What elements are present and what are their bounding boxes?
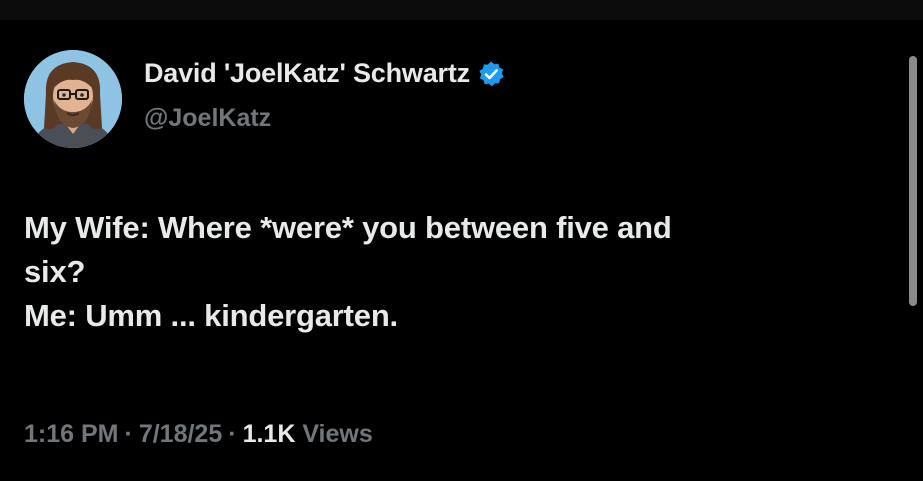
tweet-text: My Wife: Where *were* you between five a… bbox=[24, 206, 884, 338]
author-display-name[interactable]: David 'JoelKatz' Schwartz bbox=[144, 58, 470, 89]
meta-separator: · bbox=[228, 420, 237, 448]
tweet-text-line: Me: Umm ... kindergarten. bbox=[24, 298, 398, 333]
top-edge-strip bbox=[0, 0, 923, 20]
views-count[interactable]: 1.1K bbox=[243, 420, 296, 448]
tweet-text-line: My Wife: Where *were* you between five a… bbox=[24, 210, 672, 245]
avatar[interactable] bbox=[24, 50, 122, 148]
tweet-time[interactable]: 1:16 PM bbox=[24, 420, 118, 448]
tweet-card: David 'JoelKatz' Schwartz @JoelKatz My W… bbox=[0, 20, 923, 481]
tweet-metadata: 1:16 PM · 7/18/25 · 1.1K Views bbox=[24, 420, 373, 449]
avatar-image bbox=[24, 50, 122, 148]
tweet-date[interactable]: 7/18/25 bbox=[139, 420, 222, 448]
scrollbar-thumb[interactable] bbox=[909, 56, 917, 306]
author-name-row: David 'JoelKatz' Schwartz bbox=[144, 58, 505, 89]
meta-separator: · bbox=[124, 420, 133, 448]
author-handle[interactable]: @JoelKatz bbox=[144, 104, 271, 133]
verified-badge-icon[interactable] bbox=[477, 60, 505, 88]
views-label[interactable]: Views bbox=[302, 420, 372, 448]
tweet-text-line: six? bbox=[24, 254, 86, 289]
